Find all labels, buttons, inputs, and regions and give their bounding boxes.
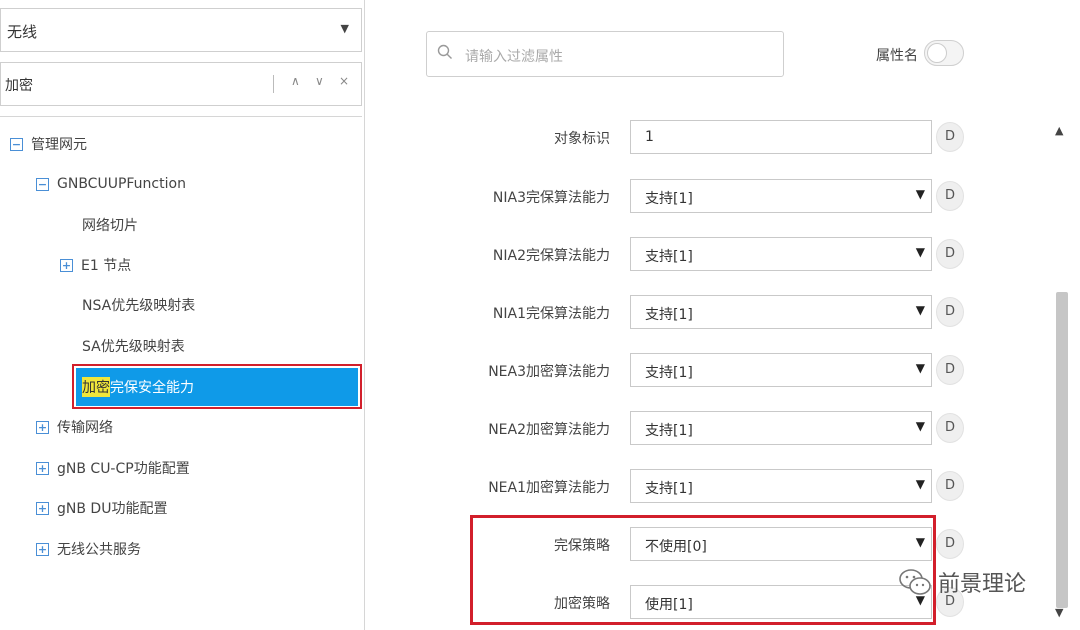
row-label-nea3: NEA3加密算法能力 [488,364,610,380]
search-next-button[interactable]: ∨ [315,74,324,88]
attribute-name-toggle[interactable] [924,40,964,66]
watermark: 前景理论 [898,566,1026,598]
caret-down-icon: ▼ [915,303,925,317]
default-button[interactable]: D [936,122,964,152]
caret-down-icon: ▼ [340,22,349,35]
toggle-knob [927,43,947,63]
domain-dropdown-value: 无线 [7,23,38,41]
wechat-icon [899,569,931,595]
row-label-nia2: NIA2完保算法能力 [492,248,610,264]
filter-placeholder: 请输入过滤属性 [465,49,563,65]
caret-down-icon: ▼ [915,477,925,491]
tree-search-input[interactable]: 加密 ∧ ∨ × [0,62,362,106]
tree-node-network-slice[interactable]: 网络切片 [82,212,138,238]
tree-node-wireless-public[interactable]: + 无线公共服务 [36,536,141,562]
scroll-up-icon[interactable]: ▲ [1055,124,1063,137]
select-value: 支持[1] [645,307,693,323]
collapse-icon[interactable]: − [36,177,49,191]
caret-down-icon: ▼ [915,245,925,259]
search-icon [437,44,452,59]
expand-icon[interactable]: + [36,501,49,515]
default-button[interactable]: D [936,239,964,269]
selection-annotation-box [72,364,362,409]
field-value: 1 [645,129,654,145]
policy-annotation-box [470,515,936,625]
tree-node-label: gNB DU功能配置 [57,501,168,517]
select-value: 支持[1] [645,191,693,207]
expand-icon[interactable]: + [36,420,49,434]
expand-icon[interactable]: + [60,258,73,272]
nia2-select[interactable]: 支持[1] ▼ [630,237,932,271]
row-label-object-id: 对象标识 [554,131,610,147]
collapse-icon[interactable]: − [10,137,23,151]
tree-node-nsa-priority[interactable]: NSA优先级映射表 [82,292,195,318]
nea3-select[interactable]: 支持[1] ▼ [630,353,932,387]
default-button[interactable]: D [936,355,964,385]
scroll-down-icon[interactable]: ▼ [1055,606,1063,619]
nia1-select[interactable]: 支持[1] ▼ [630,295,932,329]
tree-node-label: 管理网元 [31,137,87,153]
tree-node-label: SA优先级映射表 [82,339,185,355]
caret-down-icon: ▼ [915,419,925,433]
attribute-filter-input[interactable]: 请输入过滤属性 [426,31,784,77]
default-button[interactable]: D [936,297,964,327]
expand-icon[interactable]: + [36,461,49,475]
tree-node-label: 网络切片 [82,218,138,234]
select-value: 支持[1] [645,249,693,265]
tree-node-gnb-cu-cp[interactable]: + gNB CU-CP功能配置 [36,455,190,481]
row-label-nea2: NEA2加密算法能力 [488,422,610,438]
nea2-select[interactable]: 支持[1] ▼ [630,411,932,445]
tree-node-root[interactable]: − 管理网元 [10,131,87,157]
search-divider [273,75,274,93]
caret-down-icon: ▼ [915,361,925,375]
tree-node-label: E1 节点 [81,258,132,274]
search-clear-button[interactable]: × [339,74,349,88]
tree-node-label: 无线公共服务 [57,542,141,558]
caret-down-icon: ▼ [915,187,925,201]
row-label-nia1: NIA1完保算法能力 [492,306,610,322]
watermark-text: 前景理论 [938,572,1027,597]
tree-node-e1[interactable]: + E1 节点 [60,252,131,278]
tree-node-label: gNB CU-CP功能配置 [57,461,190,477]
search-prev-button[interactable]: ∧ [291,74,300,88]
select-value: 支持[1] [645,365,693,381]
tree-node-sa-priority[interactable]: SA优先级映射表 [82,333,185,359]
tree-node-gnb-du[interactable]: + gNB DU功能配置 [36,495,167,521]
default-button[interactable]: D [936,471,964,501]
object-id-field[interactable]: 1 [630,120,932,154]
default-button[interactable]: D [936,181,964,211]
select-value: 支持[1] [645,423,693,439]
tree-search-value: 加密 [5,78,33,94]
tree-node-transport[interactable]: + 传输网络 [36,414,113,440]
row-label-nia3: NIA3完保算法能力 [492,190,610,206]
row-label-nea1: NEA1加密算法能力 [488,480,610,496]
expand-icon[interactable]: + [36,542,49,556]
nia3-select[interactable]: 支持[1] ▼ [630,179,932,213]
tree-node-label: NSA优先级映射表 [82,298,196,314]
tree-node-label: 传输网络 [57,420,113,436]
nea1-select[interactable]: 支持[1] ▼ [630,469,932,503]
default-button[interactable]: D [936,413,964,443]
tree-node-label: GNBCUUPFunction [57,176,186,192]
default-button[interactable]: D [936,529,964,559]
select-value: 支持[1] [645,481,693,497]
attribute-name-label: 属性名 [876,48,918,64]
scrollbar-thumb[interactable] [1056,292,1068,608]
domain-dropdown[interactable]: 无线 ▼ [0,8,362,52]
tree-node-gnbcuupfunction[interactable]: − GNBCUUPFunction [36,171,186,197]
